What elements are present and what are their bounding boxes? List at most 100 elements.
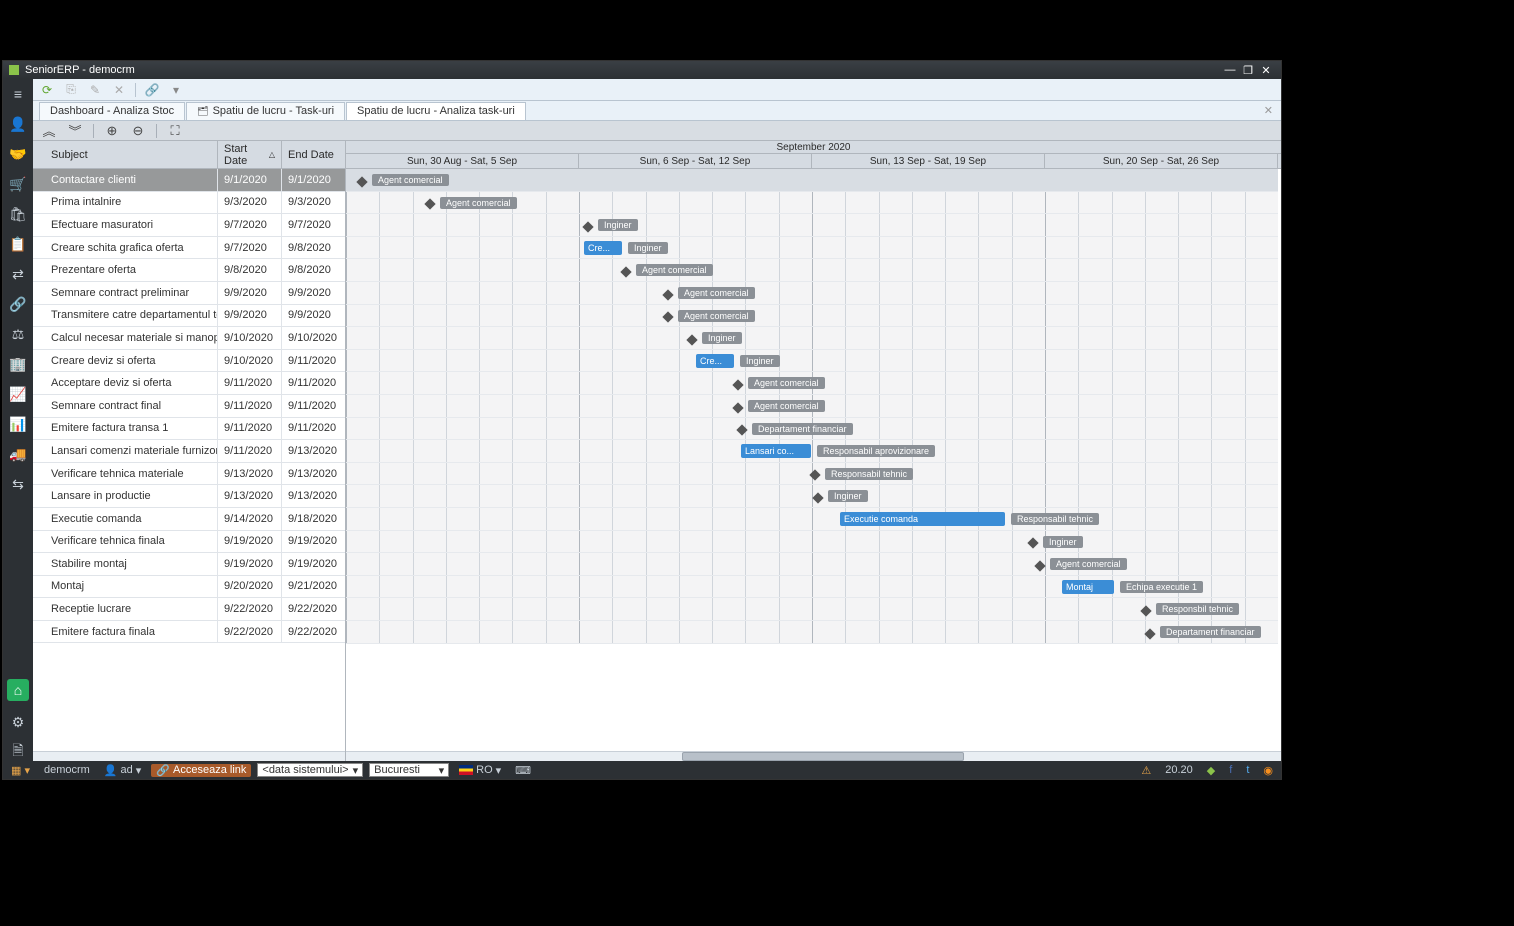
nav-flow-icon[interactable]: ⇄: [9, 265, 27, 283]
nav-cart-icon[interactable]: 🛒: [9, 175, 27, 193]
zoom-in-button[interactable]: ⊕: [104, 123, 120, 139]
grid-hscroll[interactable]: [33, 751, 345, 761]
gantt-task[interactable]: Agent comercial: [664, 309, 755, 323]
nav-doc-icon[interactable]: 🗎: [9, 743, 27, 761]
tab-close-button[interactable]: ✕: [1256, 104, 1281, 117]
tab-tasks[interactable]: 🗂Spatiu de lucru - Task-uri: [186, 102, 345, 120]
status-twitter-icon[interactable]: t: [1242, 764, 1253, 776]
gantt-task[interactable]: Agent comercial: [622, 263, 713, 277]
status-link-button[interactable]: 🔗 Acceseaza link: [151, 764, 251, 777]
cell-subject: Emitere factura finala: [33, 621, 218, 643]
task-bar: Montaj: [1062, 580, 1114, 594]
dropdown-button[interactable]: ▾: [168, 82, 184, 98]
status-user[interactable]: 👤ad ▾: [100, 764, 145, 777]
gantt-task[interactable]: Responsabil tehnic: [811, 467, 913, 481]
fullscreen-button[interactable]: ⛶: [167, 123, 183, 139]
table-row[interactable]: Acceptare deviz si oferta9/11/20209/11/2…: [33, 372, 345, 395]
nav-exchange-icon[interactable]: ⇆: [9, 475, 27, 493]
status-date-combo[interactable]: <data sistemului> ▾: [257, 763, 363, 777]
table-row[interactable]: Emitere factura transa 19/11/20209/11/20…: [33, 418, 345, 441]
nav-bars-icon[interactable]: 📊: [9, 415, 27, 433]
nav-gear-icon[interactable]: ⚙: [9, 713, 27, 731]
table-row[interactable]: Efectuare masuratori9/7/20209/7/2020: [33, 214, 345, 237]
table-row[interactable]: Creare deviz si oferta9/10/20209/11/2020: [33, 350, 345, 373]
table-row[interactable]: Receptie lucrare9/22/20209/22/2020: [33, 598, 345, 621]
nav-scale-icon[interactable]: ⚖: [9, 325, 27, 343]
expand-all-button[interactable]: ︾: [67, 123, 83, 139]
gantt-task[interactable]: Responsbil tehnic: [1142, 602, 1239, 616]
nav-home-icon[interactable]: ⌂: [7, 679, 29, 701]
tabbar: Dashboard - Analiza Stoc 🗂Spatiu de lucr…: [33, 101, 1281, 121]
table-row[interactable]: Verificare tehnica materiale9/13/20209/1…: [33, 463, 345, 486]
gantt-task[interactable]: Agent comercial: [664, 286, 755, 300]
status-facebook-icon[interactable]: f: [1225, 764, 1236, 776]
table-row[interactable]: Prezentare oferta9/8/20209/8/2020: [33, 259, 345, 282]
nav-hand-icon[interactable]: 🤝: [9, 145, 27, 163]
status-db[interactable]: democrm: [40, 764, 94, 776]
tab-task-analysis[interactable]: Spatiu de lucru - Analiza task-uri: [346, 102, 526, 120]
edit-button[interactable]: ✎: [87, 82, 103, 98]
close-button[interactable]: ✕: [1257, 64, 1275, 77]
table-row[interactable]: Executie comanda9/14/20209/18/2020: [33, 508, 345, 531]
table-row[interactable]: Prima intalnire9/3/20209/3/2020: [33, 192, 345, 215]
tab-dashboard[interactable]: Dashboard - Analiza Stoc: [39, 102, 185, 120]
table-row[interactable]: Montaj9/20/20209/21/2020: [33, 576, 345, 599]
gantt-task[interactable]: Inginer: [688, 331, 742, 345]
nav-chart-icon[interactable]: 📈: [9, 385, 27, 403]
gantt-task[interactable]: Agent comercial: [1036, 557, 1127, 571]
status-rss-icon[interactable]: ◉: [1259, 764, 1277, 777]
table-row[interactable]: Semnare contract final9/11/20209/11/2020: [33, 395, 345, 418]
table-row[interactable]: Calcul necesar materiale si manopera9/10…: [33, 327, 345, 350]
gantt-task[interactable]: Departament financiar: [1146, 625, 1261, 639]
gantt-task[interactable]: Executie comandaResponsabil tehnic: [840, 512, 1099, 526]
nav-link-icon[interactable]: 🔗: [9, 295, 27, 313]
table-row[interactable]: Verificare tehnica finala9/19/20209/19/2…: [33, 531, 345, 554]
minimize-button[interactable]: —: [1221, 64, 1239, 76]
delete-button[interactable]: ✕: [111, 82, 127, 98]
col-header-subject[interactable]: Subject: [33, 141, 218, 168]
nav-clipboard-icon[interactable]: 📋: [9, 235, 27, 253]
gantt-task[interactable]: Departament financiar: [738, 422, 853, 436]
table-row[interactable]: Transmitere catre departamentul tehnic9/…: [33, 305, 345, 328]
table-row[interactable]: Lansare in productie9/13/20209/13/2020: [33, 485, 345, 508]
nav-user-icon[interactable]: 👤: [9, 115, 27, 133]
gantt-task[interactable]: Agent comercial: [734, 399, 825, 413]
nav-truck-icon[interactable]: 🚚: [9, 445, 27, 463]
gantt-task[interactable]: Cre...Inginer: [696, 354, 780, 368]
maximize-button[interactable]: ❐: [1239, 64, 1257, 77]
col-header-start[interactable]: Start Date△: [218, 141, 282, 168]
gantt-task[interactable]: Inginer: [1029, 535, 1083, 549]
table-row[interactable]: Semnare contract preliminar9/9/20209/9/2…: [33, 282, 345, 305]
status-city-combo[interactable]: Bucuresti▾: [369, 763, 449, 777]
status-grid-icon[interactable]: ▦ ▾: [7, 764, 34, 777]
week-header: Sun, 13 Sep - Sat, 19 Sep: [812, 154, 1045, 169]
table-row[interactable]: Emitere factura finala9/22/20209/22/2020: [33, 621, 345, 644]
nav-basket-icon[interactable]: 🛍: [9, 205, 27, 223]
table-row[interactable]: Lansari comenzi materiale furnizori9/11/…: [33, 440, 345, 463]
status-warning-icon[interactable]: ⚠: [1137, 764, 1155, 777]
gantt-task[interactable]: Inginer: [814, 489, 868, 503]
link-button[interactable]: 🔗: [144, 82, 160, 98]
app-logo-icon: [9, 65, 19, 75]
status-share-icon[interactable]: ◆: [1203, 764, 1219, 777]
gantt-task[interactable]: Agent comercial: [358, 173, 449, 187]
table-row[interactable]: Contactare clienti9/1/20209/1/2020: [33, 169, 345, 192]
gantt-task[interactable]: Inginer: [584, 218, 638, 232]
col-header-end[interactable]: End Date: [282, 141, 344, 168]
zoom-out-button[interactable]: ⊖: [130, 123, 146, 139]
gantt-task[interactable]: Agent comercial: [426, 196, 517, 210]
gantt-task[interactable]: MontajEchipa executie 1: [1062, 580, 1203, 594]
refresh-button[interactable]: ⟳: [39, 82, 55, 98]
table-row[interactable]: Creare schita grafica oferta9/7/20209/8/…: [33, 237, 345, 260]
status-keyboard-icon[interactable]: ⌨: [511, 764, 535, 777]
gantt-task[interactable]: Lansari co...Responsabil aprovizionare: [741, 444, 935, 458]
status-lang[interactable]: RO ▾: [455, 764, 505, 777]
gantt-task[interactable]: Agent comercial: [734, 376, 825, 390]
nav-menu-icon[interactable]: ≡: [9, 85, 27, 103]
copy-button[interactable]: ⎘: [63, 82, 79, 98]
chart-hscroll[interactable]: [346, 751, 1281, 761]
table-row[interactable]: Stabilire montaj9/19/20209/19/2020: [33, 553, 345, 576]
nav-building-icon[interactable]: 🏢: [9, 355, 27, 373]
collapse-all-button[interactable]: ︽: [41, 123, 57, 139]
gantt-task[interactable]: Cre...Inginer: [584, 241, 668, 255]
